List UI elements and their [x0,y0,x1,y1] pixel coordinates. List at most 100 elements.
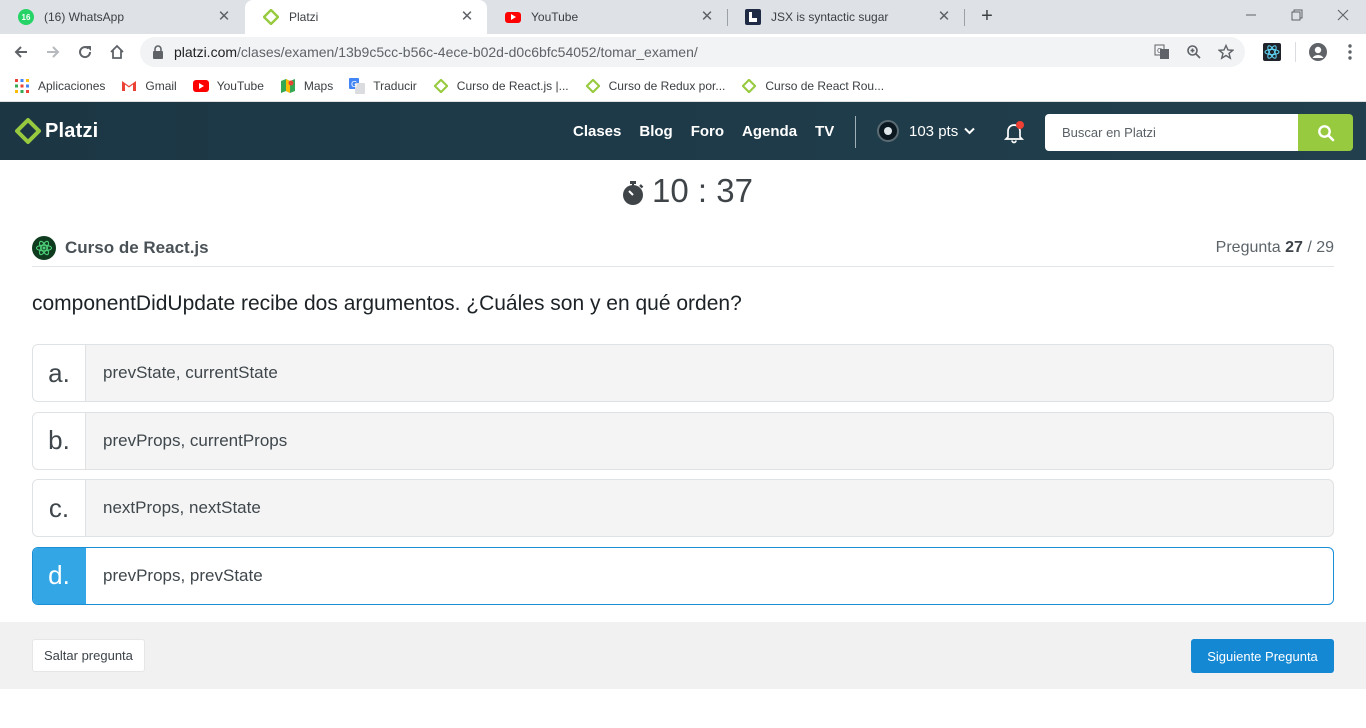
stopwatch-icon [623,181,644,205]
bookmark-label: Curso de React.js |... [456,78,569,93]
answer-option-a[interactable]: a. prevState, currentState [32,344,1334,402]
platzi-icon [263,9,279,25]
profile-avatar-icon[interactable] [1302,36,1334,68]
bookmark-label: Curso de React Rou... [765,78,885,93]
zoom-icon[interactable] [1183,41,1205,63]
question-text: componentDidUpdate recibe dos argumentos… [32,292,742,315]
bookmarks-bar: Aplicaciones Gmail YouTube Maps G Traduc… [0,70,1366,102]
lock-icon[interactable] [150,44,166,60]
bookmark-gmail[interactable]: Gmail [121,78,177,94]
tab-whatsapp[interactable]: 16 (16) WhatsApp ✕ [0,0,244,34]
answer-list: a. prevState, currentState b. prevProps,… [32,344,1334,614]
header-divider [855,116,856,148]
answer-text: nextProps, nextState [103,498,261,517]
bookmark-redux-course[interactable]: Curso de Redux por... [585,78,725,94]
answer-letter: a. [33,345,86,401]
translate-icon: G [349,77,366,94]
points-label: 103 pts [909,122,959,140]
exam-timer: 10 : 37 [620,172,753,210]
whatsapp-icon: 16 [18,9,34,25]
home-icon[interactable] [101,36,133,68]
tab-title: JSX is syntactic sugar [771,10,889,24]
search-button[interactable] [1298,114,1353,151]
nav-agenda[interactable]: Agenda [742,123,797,140]
answer-text: prevProps, prevState [103,565,263,585]
course-name: Curso de React.js [65,237,209,257]
close-tab-icon[interactable]: ✕ [699,9,715,25]
answer-option-d[interactable]: d. prevProps, prevState [32,546,1334,605]
address-bar[interactable]: platzi.com/clases/examen/13b9c5cc-b56c-4… [140,37,1245,67]
chevron-down-icon [964,127,975,135]
answer-option-b[interactable]: b. prevProps, currentProps [32,411,1334,470]
youtube-icon [192,78,209,94]
tab-title: YouTube [531,10,579,24]
star-bookmark-icon[interactable] [1215,41,1237,63]
skip-question-button[interactable]: Saltar pregunta [32,639,145,672]
close-window-button[interactable] [1320,0,1366,30]
answer-letter: b. [33,412,86,469]
maps-icon [280,78,296,94]
bookmark-label: YouTube [216,78,264,93]
restore-button[interactable] [1274,0,1320,30]
nav-foro[interactable]: Foro [691,123,724,140]
bookmark-react-router-course[interactable]: Curso de React Rou... [741,78,884,94]
answer-text: prevState, currentState [103,363,278,382]
bookmark-label: Traducir [373,78,417,93]
reload-icon[interactable] [69,36,101,68]
platzi-icon [433,78,449,94]
platzi-header: Platzi Clases Blog Foro Agenda TV 103 pt… [0,102,1366,160]
bookmark-translate[interactable]: G Traducir [349,77,417,94]
react-course-icon [32,235,56,260]
nav-blog[interactable]: Blog [639,123,672,140]
tab-jsx[interactable]: JSX is syntactic sugar ✕ [727,0,964,34]
bookmark-label: Maps [303,78,334,93]
back-arrow-icon[interactable] [5,36,37,68]
browser-tabstrip: 16 (16) WhatsApp ✕ Platzi ✕ YouTube ✕ JS… [0,0,1366,34]
bookmark-apps[interactable]: Aplicaciones [14,78,105,94]
kebab-menu-icon[interactable] [1334,36,1366,68]
close-tab-icon[interactable]: ✕ [459,9,475,25]
search-input[interactable] [1045,114,1298,151]
logo-text: Platzi [45,119,99,142]
answer-letter: c. [33,480,86,536]
browser-toolbar: platzi.com/clases/examen/13b9c5cc-b56c-4… [0,34,1366,70]
answer-option-c[interactable]: c. nextProps, nextState [32,479,1334,537]
question-total: / 29 [1307,238,1334,256]
nav-tv[interactable]: TV [815,123,834,140]
bookmark-label: Gmail [145,78,177,93]
forward-arrow-icon[interactable] [37,36,69,68]
jsx-page-icon [745,9,761,25]
minimize-button[interactable] [1228,0,1274,30]
svg-text:G: G [351,80,357,89]
bookmark-react-course[interactable]: Curso de React.js |... [433,78,569,94]
close-tab-icon[interactable]: ✕ [936,9,952,25]
close-tab-icon[interactable]: ✕ [216,9,232,25]
platzi-logo-icon [15,118,41,144]
notification-bell-icon[interactable] [1002,120,1026,144]
bookmark-youtube[interactable]: YouTube [192,78,264,94]
avatar [877,120,899,142]
question-counter-label: Pregunta [1215,238,1281,256]
url-domain: platzi.com [174,44,238,60]
points-menu[interactable]: 103 pts [877,120,975,142]
nav-clases[interactable]: Clases [573,123,621,140]
translate-icon[interactable]: G [1151,41,1173,63]
platzi-icon [741,78,757,94]
platzi-logo[interactable]: Platzi [15,118,98,144]
url-path: /clases/examen/13b9c5cc-b56c-4ece-b02d-d… [237,44,698,60]
tab-youtube[interactable]: YouTube ✕ [487,0,727,34]
platzi-search [1045,114,1353,151]
svg-text:G: G [1157,47,1162,55]
apps-grid-icon [14,78,30,94]
answer-letter: d. [33,547,86,604]
platzi-icon [585,78,601,94]
react-devtools-extension-icon[interactable] [1256,36,1288,68]
next-question-button[interactable]: Siguiente Pregunta [1191,639,1334,673]
bookmark-maps[interactable]: Maps [280,78,333,94]
youtube-icon [505,11,521,23]
new-tab-button[interactable]: + [976,6,998,28]
url-text: platzi.com/clases/examen/13b9c5cc-b56c-4… [174,44,698,60]
tab-platzi[interactable]: Platzi ✕ [245,0,487,34]
gmail-icon [121,78,137,94]
exam-info-row: Curso de React.js Pregunta 27 / 29 [32,229,1334,267]
